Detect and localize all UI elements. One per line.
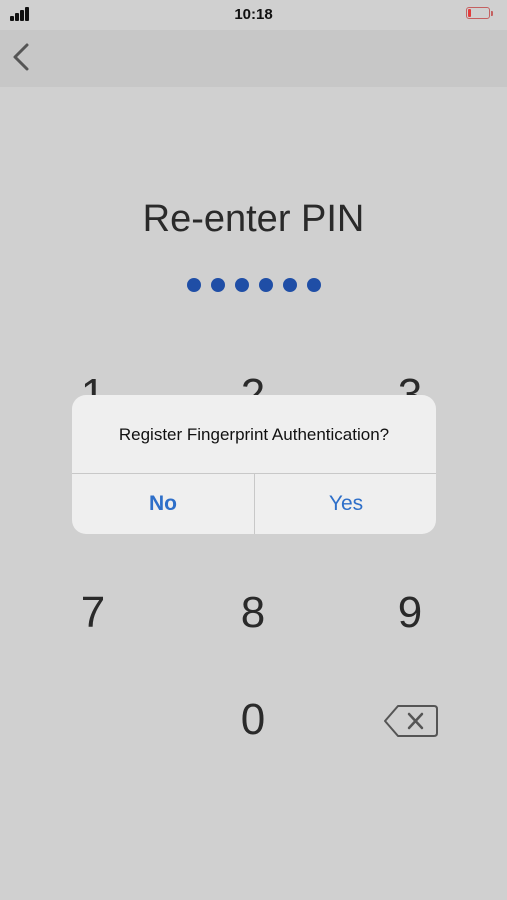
no-button[interactable]: No [72, 474, 254, 534]
key-0[interactable]: 0 [193, 695, 313, 745]
fingerprint-dialog: Register Fingerprint Authentication? No … [72, 395, 436, 534]
page-title: Re-enter PIN [142, 198, 365, 240]
yes-button[interactable]: Yes [255, 474, 436, 534]
pin-dots [0, 278, 507, 292]
key-7[interactable]: 7 [33, 588, 153, 638]
chevron-left-icon [13, 43, 29, 71]
pin-dot [186, 278, 201, 292]
status-time: 10:18 [234, 6, 273, 23]
navigation-bar [0, 30, 507, 87]
key-9[interactable]: 9 [350, 588, 470, 638]
battery-icon [466, 7, 494, 21]
pin-dot [210, 278, 225, 292]
pin-dot [258, 278, 273, 292]
pin-dot [306, 278, 321, 292]
pin-dot [234, 278, 249, 292]
back-button[interactable] [6, 40, 40, 76]
backspace-button[interactable] [382, 702, 440, 740]
status-bar: 10:18 [0, 0, 507, 30]
key-8[interactable]: 8 [193, 588, 313, 638]
backspace-icon [384, 705, 438, 737]
dialog-message: Register Fingerprint Authentication? [118, 425, 390, 444]
pin-dot [282, 278, 297, 292]
